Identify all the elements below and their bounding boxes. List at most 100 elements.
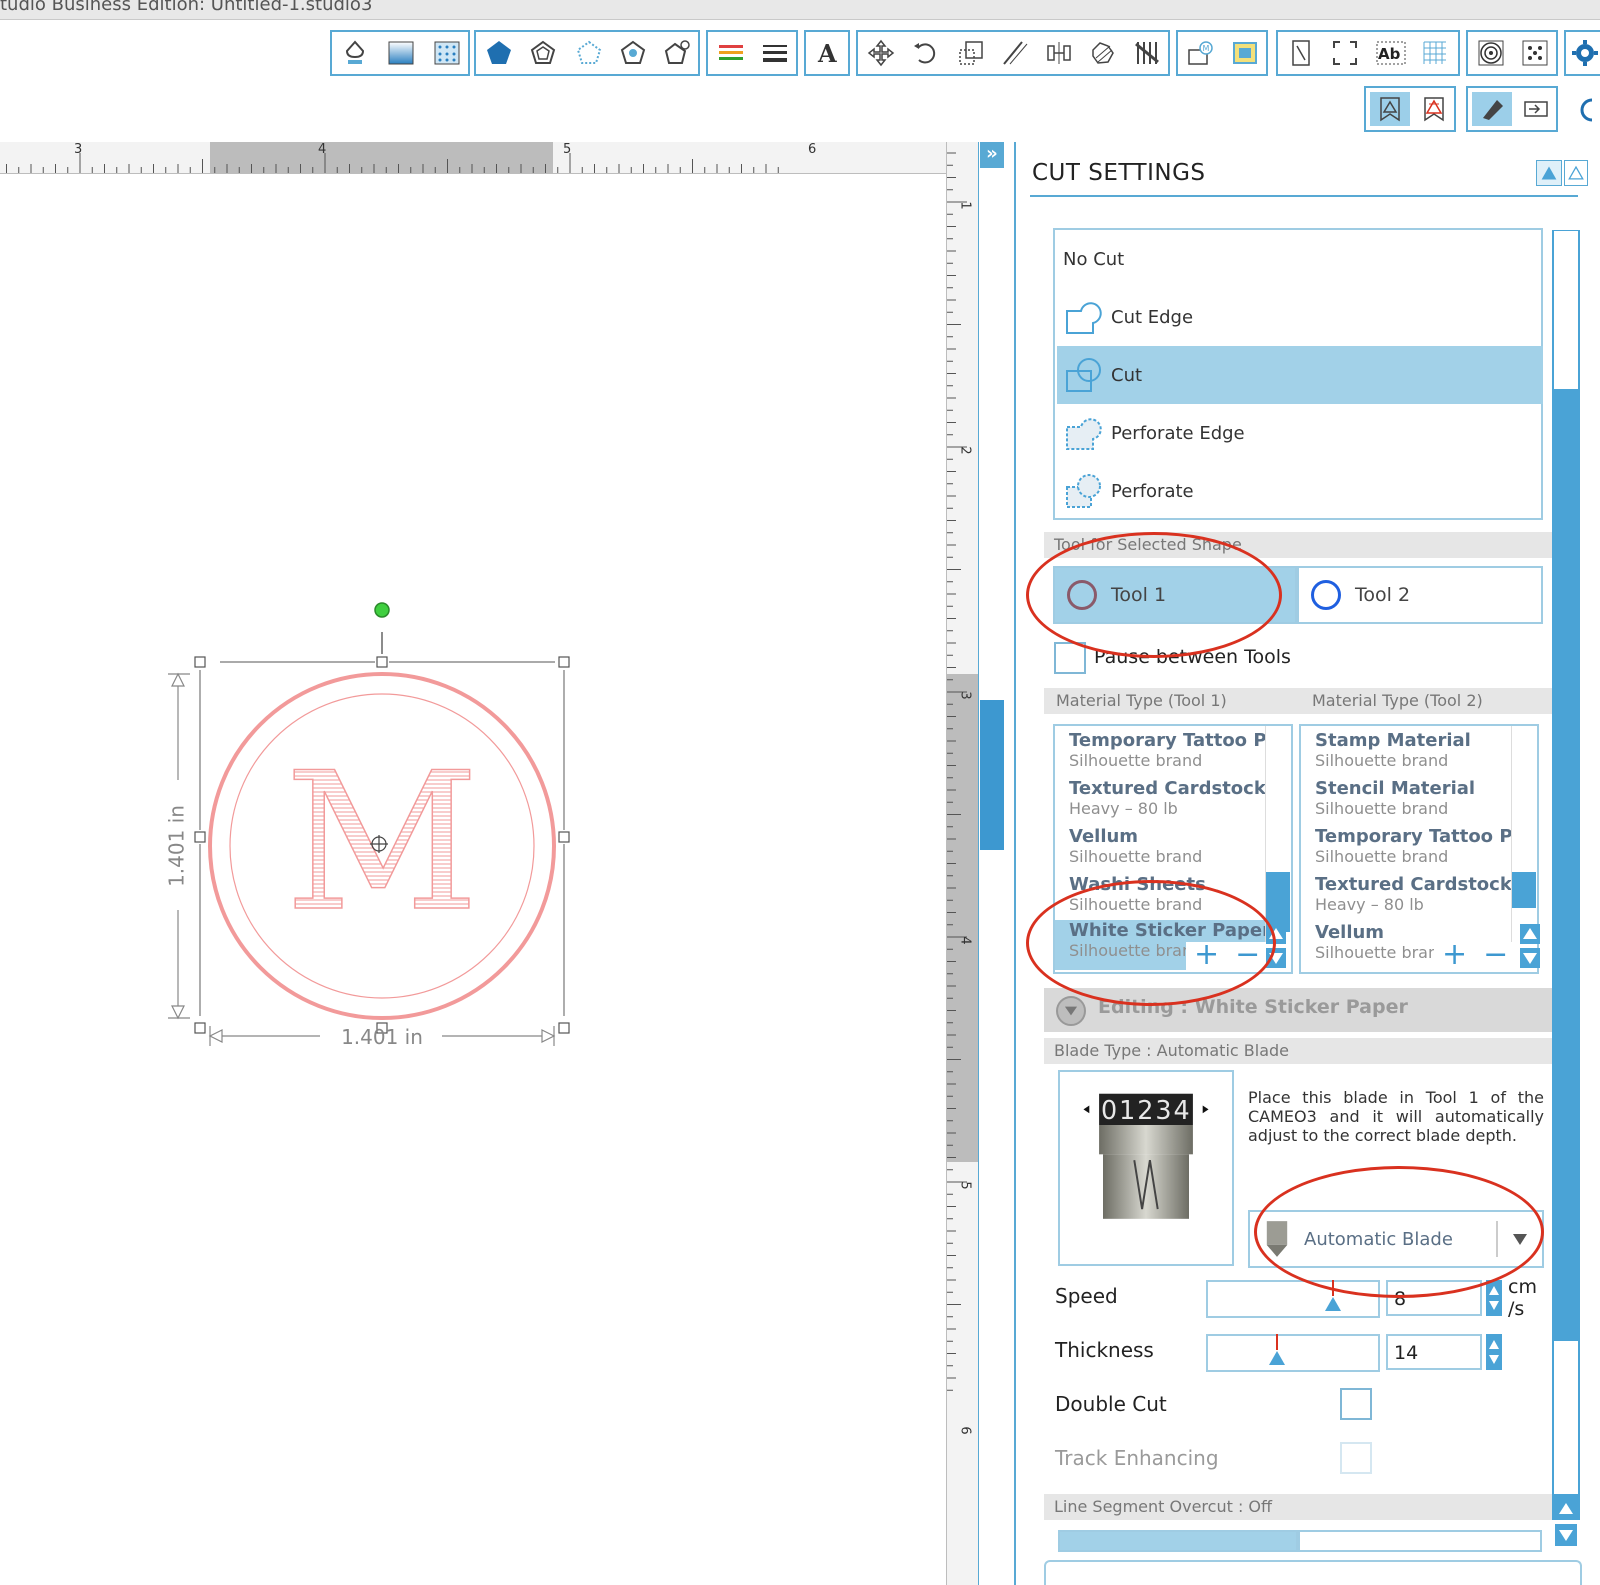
material-scroll-up-icon[interactable] — [1266, 924, 1286, 944]
cut-style-panel-icon[interactable] — [1414, 92, 1454, 126]
move-icon[interactable] — [864, 36, 898, 70]
blade-description: Place this blade in Tool 1 of the CAMEO3… — [1248, 1088, 1544, 1145]
line-color-icon[interactable] — [714, 36, 748, 70]
track-enhancing-label: Track Enhancing — [1055, 1446, 1219, 1470]
material-item[interactable]: Stencil Material Silhouette brand — [1315, 778, 1525, 818]
send-icon[interactable] — [1516, 92, 1556, 126]
material-scroll-up-icon[interactable] — [1520, 924, 1540, 944]
panel-title: CUT SETTINGS — [1032, 160, 1206, 186]
panel-scrollbar-top[interactable] — [1553, 230, 1579, 390]
pattern-icon[interactable] — [430, 36, 464, 70]
tool-2-button[interactable]: Tool 2 — [1297, 566, 1543, 624]
ruler-label: 6 — [808, 142, 817, 157]
remove-material-icon[interactable]: − — [1235, 940, 1260, 972]
scroll-up-icon[interactable] — [1555, 1498, 1577, 1520]
cut-mode-label: Cut — [1111, 364, 1143, 386]
shear-icon[interactable] — [998, 36, 1032, 70]
add-material-icon[interactable]: + — [1442, 940, 1467, 972]
sketch-icon[interactable] — [1472, 92, 1512, 126]
material-item[interactable]: Temporary Tattoo Pa Silhouette brand — [1069, 730, 1279, 770]
align-icon[interactable] — [1042, 36, 1076, 70]
material-scroll-down-icon[interactable] — [1266, 948, 1286, 968]
slider-thumb-icon[interactable] — [1268, 1350, 1286, 1366]
cut-edge-icon — [1066, 302, 1102, 334]
spiral-icon[interactable] — [1474, 36, 1508, 70]
ruler-label: 4 — [318, 142, 327, 157]
grid-icon[interactable] — [1418, 36, 1452, 70]
pause-between-tools-checkbox[interactable] — [1054, 642, 1086, 674]
tool-1-button[interactable]: Tool 1 — [1053, 566, 1297, 624]
slider-thumb-icon[interactable] — [1324, 1296, 1342, 1312]
blade-type-select[interactable]: Automatic Blade — [1248, 1210, 1544, 1268]
canvas-scrollbar[interactable] — [980, 700, 1004, 850]
remove-material-icon[interactable]: − — [1483, 940, 1508, 972]
speed-input[interactable]: 8 — [1386, 1280, 1482, 1316]
cut-mode-cut-edge[interactable]: Cut Edge — [1057, 288, 1543, 346]
refresh-icon[interactable] — [1570, 90, 1600, 130]
toolbar-group-panels — [1364, 86, 1456, 132]
panel-scrollbar[interactable] — [1552, 230, 1580, 1520]
ruler-label: 3 — [957, 691, 973, 700]
line-style-icon[interactable] — [758, 36, 792, 70]
panel-splitter[interactable] — [978, 142, 1004, 1585]
trace-icon[interactable] — [616, 36, 650, 70]
dots-icon[interactable] — [1518, 36, 1552, 70]
cut-mode-perforate[interactable]: Perforate — [1057, 462, 1543, 520]
selected-shape[interactable]: M 1.401 in 1.401 in — [160, 590, 580, 1060]
scroll-down-icon[interactable] — [1555, 1524, 1577, 1546]
scale-icon[interactable] — [954, 36, 988, 70]
text-icon[interactable]: A — [810, 36, 844, 70]
material-item[interactable]: Temporary Tattoo Pap Silhouette brand — [1315, 826, 1525, 866]
toolbar-group-shapes — [474, 30, 700, 76]
material-add-remove-tool2: + − — [1434, 940, 1517, 972]
cut-settings-panel-icon[interactable] — [1370, 92, 1410, 126]
cut-mode-label: Cut Edge — [1111, 306, 1194, 328]
speed-unit-s: /s — [1508, 1298, 1525, 1320]
overcut-on-button[interactable] — [1298, 1530, 1542, 1552]
thickness-input[interactable]: 14 — [1386, 1334, 1482, 1370]
material-item[interactable]: Washi Sheets Silhouette brand — [1069, 874, 1279, 914]
toolbar-group-send — [1466, 86, 1558, 132]
fit-page-icon[interactable] — [1328, 36, 1362, 70]
rotate-icon[interactable] — [908, 36, 942, 70]
svg-text:Ab: Ab — [1378, 45, 1401, 63]
material-item[interactable]: Textured Cardstock Heavy – 80 lb — [1315, 874, 1525, 914]
send-button[interactable] — [1044, 1560, 1582, 1585]
thickness-stepper[interactable] — [1486, 1334, 1502, 1370]
layers-icon[interactable] — [526, 36, 560, 70]
knife-icon[interactable] — [1130, 36, 1164, 70]
collapse-up-icon[interactable] — [1536, 160, 1562, 186]
fill-icon[interactable] — [338, 36, 372, 70]
material-item[interactable]: Stamp Material Silhouette brand — [1315, 730, 1525, 770]
add-material-icon[interactable]: + — [1194, 940, 1219, 972]
speed-stepper[interactable] — [1486, 1280, 1502, 1316]
material-item[interactable]: Textured Cardstock Heavy – 80 lb — [1069, 778, 1279, 818]
rotation-handle[interactable] — [374, 602, 390, 618]
cut-mode-no-cut[interactable]: No Cut — [1057, 230, 1543, 288]
pentagon-icon[interactable] — [482, 36, 516, 70]
gear-icon[interactable] — [1568, 36, 1600, 70]
replicate-icon[interactable] — [660, 36, 694, 70]
gradient-icon[interactable] — [384, 36, 418, 70]
chevron-down-icon[interactable] — [1056, 996, 1086, 1026]
double-cut-checkbox[interactable] — [1340, 1388, 1372, 1420]
text-style-icon[interactable]: Ab — [1374, 36, 1408, 70]
thickness-slider[interactable] — [1206, 1334, 1380, 1372]
panel-scrollbar-bottom[interactable] — [1553, 1340, 1579, 1495]
collapse-panel-button[interactable]: » — [980, 142, 1004, 168]
cut-mode-perforate-edge[interactable]: Perforate Edge — [1057, 404, 1543, 462]
overcut-off-button[interactable] — [1058, 1530, 1298, 1552]
page-setup-icon[interactable] — [1284, 36, 1318, 70]
ruler-ticks — [6, 153, 779, 173]
expand-icon[interactable] — [1564, 160, 1588, 186]
speed-slider[interactable] — [1206, 1280, 1380, 1318]
library-icon[interactable]: M — [1184, 36, 1218, 70]
pause-between-tools-label: Pause between Tools — [1094, 646, 1291, 668]
material-scroll-down-icon[interactable] — [1520, 948, 1540, 968]
cut-mode-cut[interactable]: Cut — [1057, 346, 1543, 404]
image-effects-icon[interactable] — [1228, 36, 1262, 70]
chevron-down-icon — [1513, 1234, 1527, 1245]
material-item[interactable]: Vellum Silhouette brand — [1069, 826, 1279, 866]
modify-icon[interactable] — [1086, 36, 1120, 70]
offset-icon[interactable] — [572, 36, 606, 70]
